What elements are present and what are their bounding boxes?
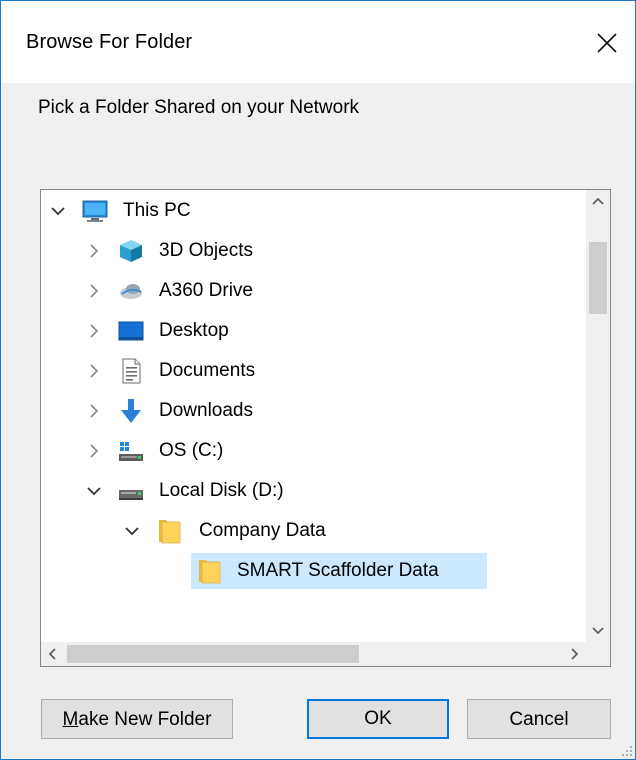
chevron-right-icon[interactable]: [85, 362, 103, 380]
ok-label: OK: [364, 708, 392, 729]
cloud-drive-icon: [120, 284, 142, 299]
resize-grip-icon[interactable]: [621, 745, 633, 757]
documents-icon: [122, 358, 141, 384]
3d-objects-icon: [120, 240, 142, 262]
tree-item-label: Documents: [159, 360, 256, 381]
tree-item-local-disk-d[interactable]: Local Disk (D:): [41, 472, 586, 510]
chevron-right-icon[interactable]: [85, 282, 103, 300]
make-new-folder-button[interactable]: Make New Folder: [41, 699, 233, 739]
tree-item-os-c[interactable]: OS (C:): [41, 432, 586, 470]
downloads-icon: [121, 399, 141, 423]
folder-icon: [159, 520, 181, 544]
chevron-down-icon[interactable]: [49, 202, 67, 220]
chevron-right-icon[interactable]: [85, 442, 103, 460]
tree-item-label: OS (C:): [159, 440, 224, 461]
tree-item-label: Downloads: [159, 400, 253, 421]
tree-item-3d-objects[interactable]: 3D Objects: [41, 232, 586, 270]
chevron-right-icon[interactable]: [85, 242, 103, 260]
close-button[interactable]: [587, 23, 627, 63]
horizontal-scrollbar[interactable]: [41, 642, 586, 666]
tree-item-smart-scaffolder-data[interactable]: SMART Scaffolder Data: [41, 552, 586, 590]
tree-item-documents[interactable]: Documents: [41, 352, 586, 390]
chevron-down-icon[interactable]: [85, 482, 103, 500]
tree-item-a360-drive[interactable]: A360 Drive: [41, 272, 586, 310]
chevron-right-icon[interactable]: [85, 402, 103, 420]
tree-item-label: Local Disk (D:): [159, 480, 284, 501]
scrollbar-corner: [586, 642, 610, 666]
make-new-folder-label: ake New Folder: [78, 709, 212, 730]
chevron-right-icon[interactable]: [85, 322, 103, 340]
tree-item-company-data[interactable]: Company Data: [41, 512, 586, 550]
desktop-icon: [118, 321, 144, 341]
tree-item-downloads[interactable]: Downloads: [41, 392, 586, 430]
vertical-scroll-thumb[interactable]: [589, 242, 607, 314]
browse-for-folder-dialog: Browse For Folder Pick a Folder Shared o…: [0, 0, 636, 760]
dialog-prompt: Pick a Folder Shared on your Network: [38, 97, 360, 118]
tree-item-label: This PC: [123, 200, 191, 221]
chevron-down-icon[interactable]: [123, 522, 141, 540]
tree-item-label: 3D Objects: [159, 240, 253, 261]
scroll-down-icon[interactable]: [586, 618, 610, 642]
tree-item-label: Desktop: [159, 320, 229, 341]
tree-item-label: SMART Scaffolder Data: [237, 560, 439, 581]
vertical-scrollbar[interactable]: [586, 190, 610, 642]
tree-item-desktop[interactable]: Desktop: [41, 312, 586, 350]
computer-icon: [82, 200, 108, 222]
system-drive-icon: [119, 442, 143, 461]
close-icon: [597, 33, 617, 53]
tree-item-this-pc[interactable]: This PC: [41, 192, 586, 230]
hard-drive-icon: [119, 490, 143, 500]
cancel-label: Cancel: [509, 709, 569, 730]
folder-icon: [199, 560, 221, 584]
mnemonic-letter: M: [62, 709, 79, 730]
title-bar[interactable]: Browse For Folder: [1, 1, 635, 83]
scroll-left-icon[interactable]: [41, 642, 65, 666]
scroll-up-icon[interactable]: [586, 190, 610, 214]
tree-item-label: Company Data: [199, 520, 326, 541]
window-title: Browse For Folder: [26, 31, 193, 53]
tree-item-label: A360 Drive: [159, 280, 253, 301]
cancel-button[interactable]: Cancel: [467, 699, 611, 739]
folder-tree[interactable]: This PC 3D Objects A360 Drive Desktop Do…: [40, 189, 611, 667]
scroll-right-icon[interactable]: [562, 642, 586, 666]
horizontal-scroll-thumb[interactable]: [67, 645, 359, 663]
ok-button[interactable]: OK: [307, 699, 449, 739]
